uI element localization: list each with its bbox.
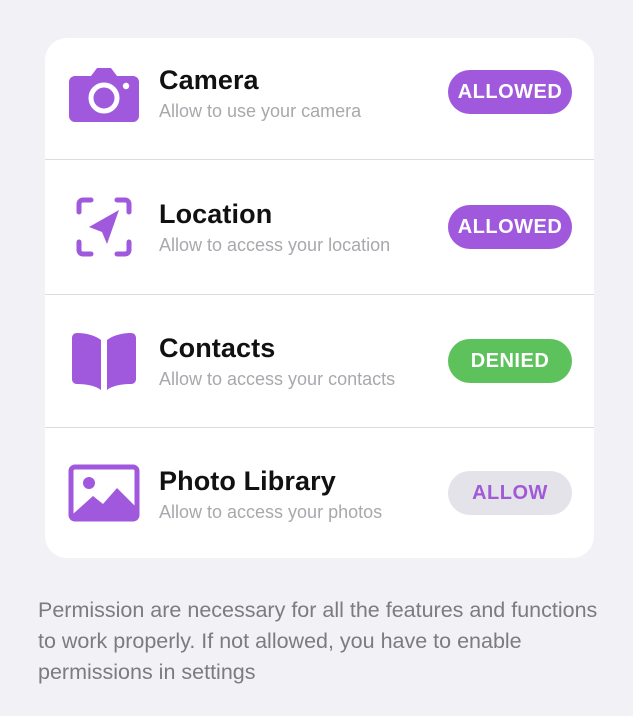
camera-icon bbox=[69, 68, 139, 122]
permission-description: Allow to use your camera bbox=[159, 101, 362, 121]
location-icon bbox=[76, 197, 132, 257]
status-button-allowed[interactable]: ALLOWED bbox=[448, 205, 572, 249]
permission-title: Photo Library bbox=[159, 466, 336, 496]
permission-title: Contacts bbox=[159, 333, 276, 363]
permissions-card: Camera Allow to use your camera ALLOWED … bbox=[45, 38, 594, 558]
permission-description: Allow to access your contacts bbox=[159, 369, 396, 389]
permission-row-location: Location Allow to access your location A… bbox=[45, 160, 594, 294]
permissions-footer-note: Permission are necessary for all the fea… bbox=[38, 598, 598, 684]
permission-description: Allow to access your photos bbox=[159, 502, 383, 522]
photo-icon bbox=[68, 464, 140, 522]
allow-button[interactable]: ALLOW bbox=[448, 471, 572, 515]
permission-title: Camera bbox=[159, 65, 259, 95]
permission-title: Location bbox=[159, 199, 273, 229]
status-button-denied[interactable]: DENIED bbox=[448, 339, 572, 383]
permission-row-photo-library: Photo Library Allow to access your photo… bbox=[45, 427, 594, 558]
permission-row-contacts: Contacts Allow to access your contacts D… bbox=[45, 294, 594, 427]
permission-row-camera: Camera Allow to use your camera ALLOWED bbox=[45, 38, 594, 172]
status-button-allowed[interactable]: ALLOWED bbox=[448, 70, 572, 114]
permission-description: Allow to access your location bbox=[159, 235, 391, 255]
book-icon bbox=[72, 333, 136, 390]
